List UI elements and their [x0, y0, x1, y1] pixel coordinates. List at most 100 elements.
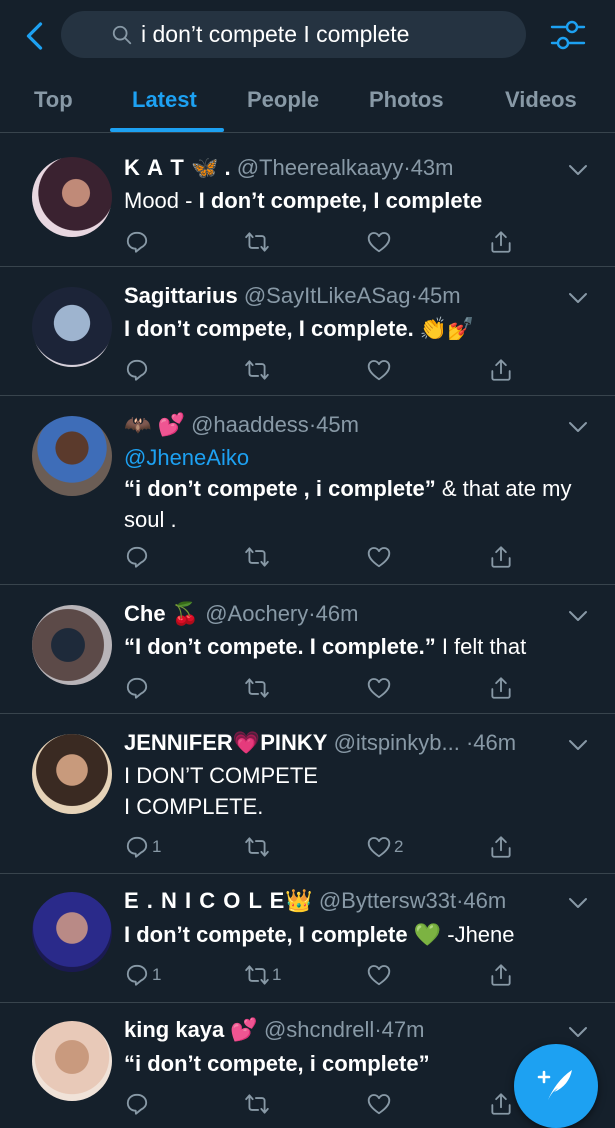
chevron-down-icon[interactable]	[567, 609, 589, 623]
reply-icon	[124, 962, 150, 988]
share-button[interactable]	[488, 542, 514, 572]
tab-top[interactable]: Top	[34, 87, 73, 113]
reply-button[interactable]	[124, 1089, 150, 1119]
bat-emoji-icon: 🦇	[124, 412, 152, 437]
retweet-button[interactable]	[244, 227, 270, 257]
tweet[interactable]: Che 🍒 @Aochery·46m “I don’t compete. I c…	[0, 585, 615, 714]
reply-icon	[124, 1091, 150, 1117]
chevron-down-icon[interactable]	[567, 291, 589, 305]
heart-emoji-icon: 💗	[232, 730, 261, 755]
reply-count: 1	[152, 837, 162, 856]
reply-button[interactable]	[124, 227, 150, 257]
share-button[interactable]	[488, 355, 514, 385]
tweet[interactable]: JENNIFER💗PINKY @itspinkyb... ·46m I DON’…	[0, 714, 615, 874]
like-button[interactable]	[366, 673, 392, 703]
avatar[interactable]	[32, 734, 112, 814]
tweet-handle[interactable]: @Aochery	[205, 601, 308, 626]
retweet-button[interactable]	[244, 1089, 270, 1119]
like-button[interactable]: 2	[366, 832, 403, 862]
like-button[interactable]	[366, 227, 392, 257]
tweet-text-bold: “i don’t compete, i complete”	[124, 1051, 430, 1076]
avatar[interactable]	[32, 157, 112, 237]
tweet-actions: 1 2	[124, 832, 594, 862]
share-button[interactable]	[488, 1089, 514, 1119]
tweet-author-name-2: PINKY	[260, 730, 328, 755]
filter-icon[interactable]	[548, 16, 588, 56]
separator: ·	[410, 283, 418, 308]
chevron-down-icon[interactable]	[567, 738, 589, 752]
like-icon	[366, 229, 392, 255]
compose-button[interactable]	[514, 1044, 598, 1128]
share-icon	[488, 1091, 514, 1117]
like-icon	[366, 962, 392, 988]
tweet-text-bold: “I don’t compete. I complete.”	[124, 634, 436, 659]
tweet-text-rest: -Jhene	[441, 922, 515, 947]
share-button[interactable]	[488, 673, 514, 703]
reply-button[interactable]: 1	[124, 960, 161, 990]
tab-photos[interactable]: Photos	[369, 87, 444, 113]
like-button[interactable]	[366, 355, 392, 385]
share-icon	[488, 675, 514, 701]
tweet-author-name: Che	[124, 601, 166, 626]
retweet-button[interactable]	[244, 673, 270, 703]
share-button[interactable]	[488, 960, 514, 990]
share-icon	[488, 834, 514, 860]
tweet-author-name: K A T	[124, 155, 185, 180]
reply-button[interactable]	[124, 355, 150, 385]
reply-icon	[124, 229, 150, 255]
retweet-button[interactable]	[244, 542, 270, 572]
avatar[interactable]	[32, 416, 112, 496]
retweet-button[interactable]	[244, 832, 270, 862]
tweet-actions	[124, 227, 594, 257]
share-button[interactable]	[488, 832, 514, 862]
share-button[interactable]	[488, 227, 514, 257]
tweet-handle[interactable]: @shcndrell	[264, 1017, 374, 1042]
tweet-time: 47m	[381, 1017, 425, 1042]
chevron-down-icon[interactable]	[567, 896, 589, 910]
like-button[interactable]	[366, 960, 392, 990]
chevron-down-icon[interactable]	[567, 163, 589, 177]
tab-videos[interactable]: Videos	[505, 87, 577, 113]
tweet-actions	[124, 542, 594, 572]
like-button[interactable]	[366, 1089, 392, 1119]
avatar[interactable]	[32, 1021, 112, 1101]
tweet[interactable]: 🦇 💕 @haaddess·45m @JheneAiko “i don’t co…	[0, 396, 615, 585]
tweet-text: I DON’T COMPETE I COMPLETE.	[124, 760, 584, 822]
chevron-down-icon[interactable]	[567, 420, 589, 434]
tweet-text-line: I DON’T COMPETE	[124, 763, 318, 788]
tab-people[interactable]: People	[247, 87, 319, 113]
tweet[interactable]: K A T 🦋 . @Theerealkaayy·43m Mood - I do…	[0, 133, 615, 267]
reply-icon	[124, 357, 150, 383]
avatar[interactable]	[32, 605, 112, 685]
tweet-handle[interactable]: @SayItLikeASag	[244, 283, 411, 308]
avatar[interactable]	[32, 287, 112, 367]
tweet-handle[interactable]: @Theerealkaayy	[237, 155, 404, 180]
search-tabs: Top Latest People Photos Videos	[0, 70, 615, 132]
tweet-handle[interactable]: @haaddess	[191, 412, 309, 437]
like-icon	[366, 357, 392, 383]
tweet-text-bold: I don’t compete, I complete	[198, 188, 483, 213]
tweet-text: I don’t compete, I complete. 👏💅	[124, 313, 584, 344]
retweet-button[interactable]: 1	[244, 960, 281, 990]
tweet-handle[interactable]: @itspinkyb...	[334, 730, 460, 755]
back-arrow-icon[interactable]	[18, 18, 54, 54]
retweet-icon	[244, 675, 270, 701]
search-input[interactable]: i don’t compete I complete	[61, 11, 526, 58]
retweet-button[interactable]	[244, 355, 270, 385]
avatar[interactable]	[32, 892, 112, 972]
tweet-actions: 1 1	[124, 960, 594, 990]
tweet-actions	[124, 673, 594, 703]
reply-button[interactable]	[124, 542, 150, 572]
reply-button[interactable]	[124, 673, 150, 703]
tweet-author-name: JENNIFER	[124, 730, 233, 755]
reply-button[interactable]: 1	[124, 832, 161, 862]
chevron-down-icon[interactable]	[567, 1025, 589, 1039]
tab-latest[interactable]: Latest	[132, 87, 197, 113]
mention-link[interactable]: @JheneAiko	[124, 442, 584, 473]
like-button[interactable]	[366, 542, 392, 572]
tweet[interactable]: Sagittarius @SayItLikeASag·45m I don’t c…	[0, 267, 615, 396]
tweet-text-bold: I don’t compete, I complete	[124, 922, 408, 947]
tweet-handle[interactable]: @Byttersw33t	[319, 888, 456, 913]
tweet[interactable]: E . N I C O L E👑 @Byttersw33t·46m I don’…	[0, 874, 615, 1003]
cherries-emoji-icon: 🍒	[171, 601, 200, 626]
